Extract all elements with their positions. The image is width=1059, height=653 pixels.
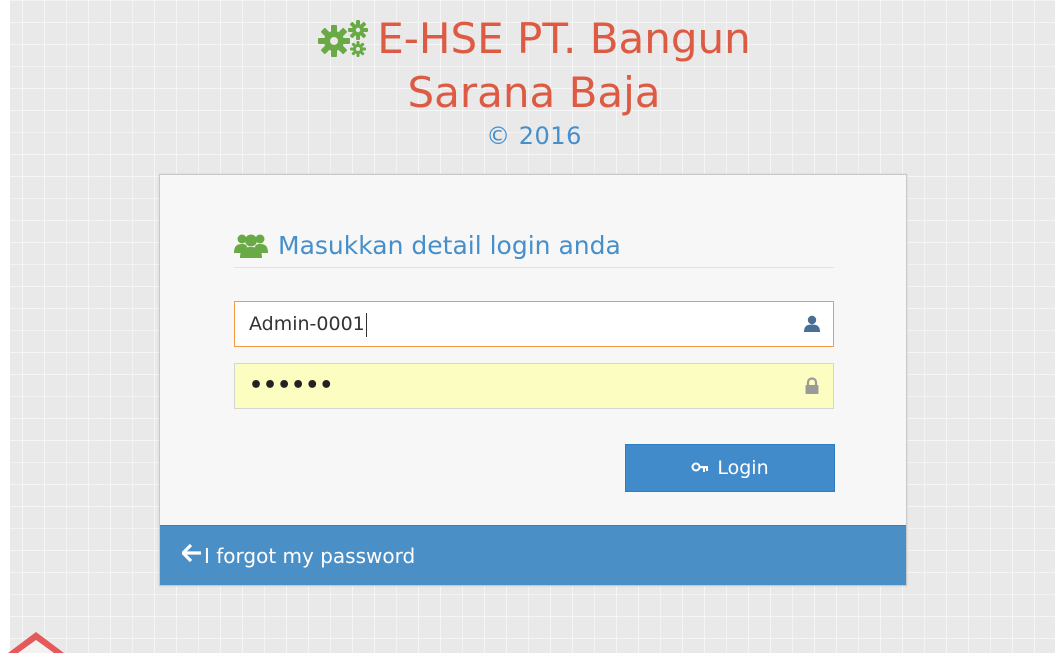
forgot-password-link[interactable]: I forgot my password <box>180 543 416 568</box>
login-button[interactable]: Login <box>625 444 835 492</box>
watermark-logo <box>8 626 64 653</box>
arrow-left-icon <box>180 543 202 567</box>
user-icon <box>803 315 821 333</box>
login-heading: Masukkan detail login anda <box>234 223 834 268</box>
login-box: Masukkan detail login anda Admin-0001 ••… <box>159 174 907 586</box>
copyright-text: © 2016 <box>486 122 582 150</box>
username-value[interactable]: Admin-0001 <box>249 302 367 346</box>
page-edge-left <box>0 0 10 653</box>
forgot-password-label: I forgot my password <box>204 543 416 568</box>
gears-icon <box>317 18 371 68</box>
title-line-2: Sarana Baja <box>407 68 661 117</box>
page-edge-right <box>1055 0 1059 653</box>
page-title: E-HSE PT. Bangun Sarana Baja <box>160 14 908 118</box>
title-line-1: E-HSE PT. Bangun <box>377 14 751 63</box>
users-icon <box>234 232 268 258</box>
text-caret <box>365 312 367 337</box>
password-field[interactable]: •••••• <box>234 363 834 409</box>
password-value[interactable]: •••••• <box>249 364 333 408</box>
username-field[interactable]: Admin-0001 <box>234 301 834 347</box>
login-toolbar: I forgot my password <box>160 525 906 585</box>
lock-icon <box>803 377 821 395</box>
page-header: E-HSE PT. Bangun Sarana Baja © 2016 <box>160 14 908 150</box>
key-icon <box>691 461 709 475</box>
login-button-label: Login <box>717 457 769 479</box>
login-heading-text: Masukkan detail login anda <box>278 230 621 260</box>
